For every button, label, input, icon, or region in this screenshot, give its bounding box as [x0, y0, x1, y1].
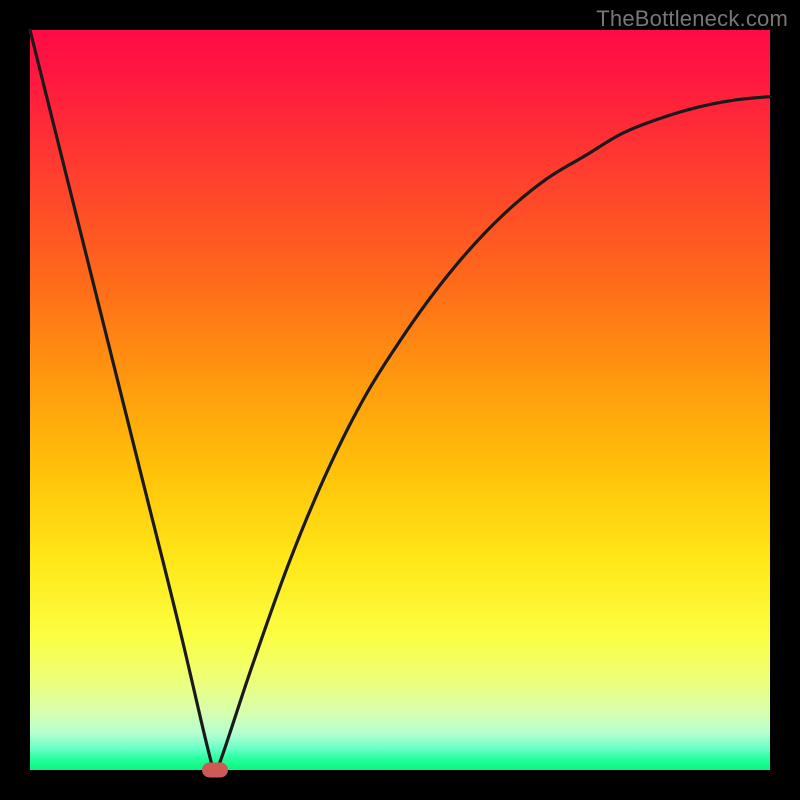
- watermark-text: TheBottleneck.com: [596, 6, 788, 32]
- optimal-point-marker: [202, 763, 228, 778]
- plot-area: [30, 30, 770, 770]
- chart-frame: [30, 30, 770, 770]
- curve-layer: [30, 30, 770, 770]
- bottleneck-curve: [30, 30, 770, 771]
